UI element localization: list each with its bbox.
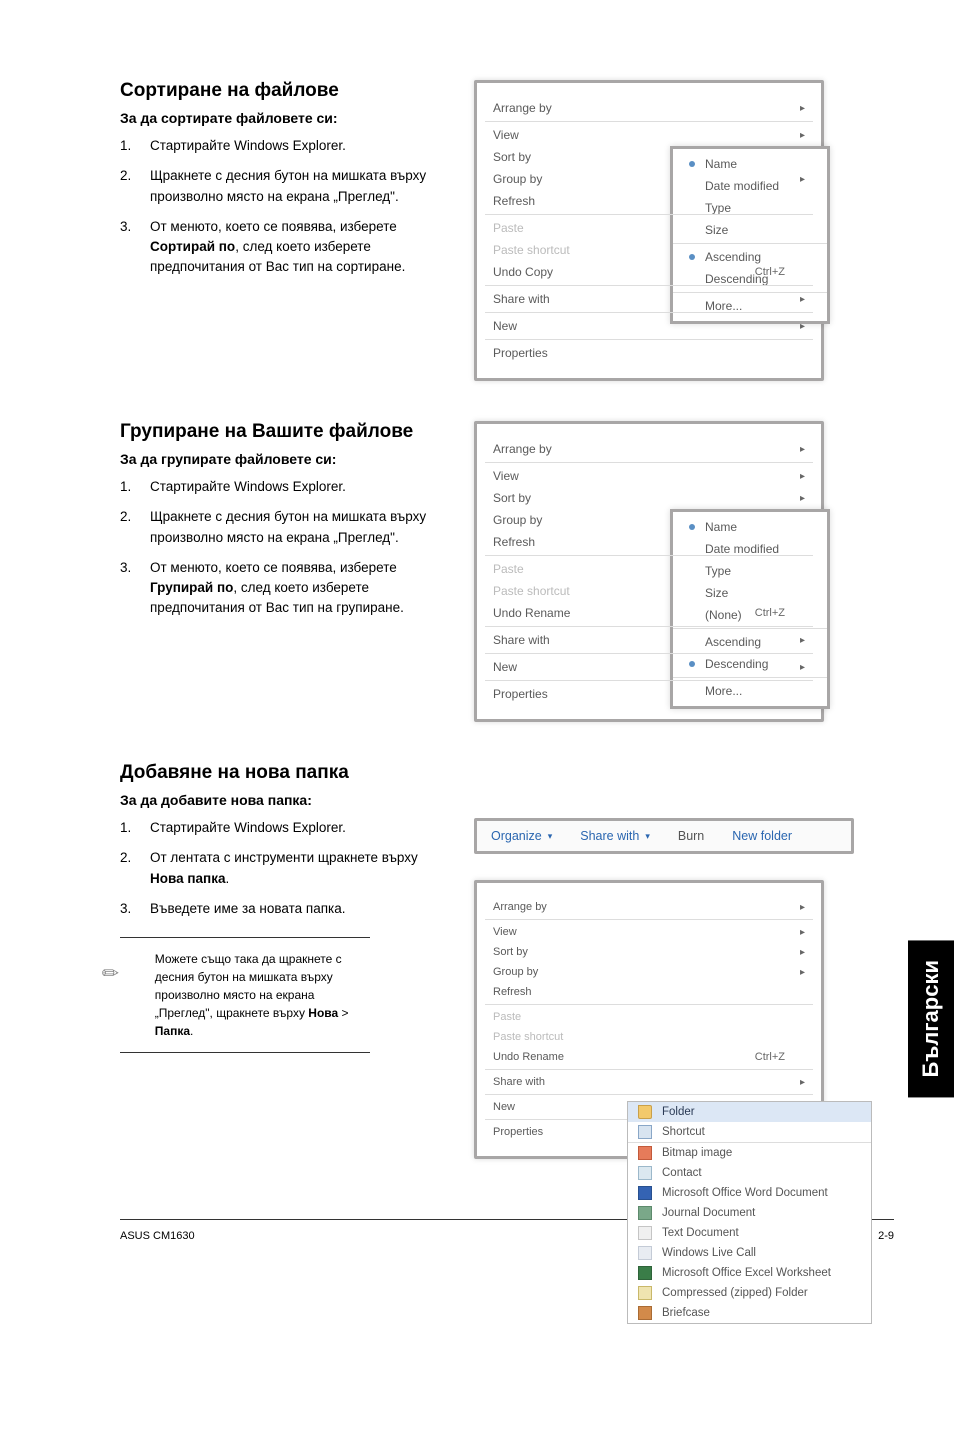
- toolbar-burn[interactable]: Burn: [678, 829, 704, 843]
- word-icon: [638, 1186, 652, 1200]
- tip-box: ✎ Можете също така да щракнете с десния …: [120, 937, 370, 1053]
- step-text: Щракнете с десния бутон на мишката върху…: [150, 166, 450, 207]
- tip-text: Можете също така да щракнете с десния бу…: [155, 950, 366, 1040]
- contact-icon: [638, 1166, 652, 1180]
- subheading-sort: За да сортирате файловете си:: [120, 110, 450, 126]
- heading-sort: Сортиране на файлове: [120, 80, 450, 102]
- context-menu-new[interactable]: Arrange by▸ View▸ Sort by▸ Group by▸ Ref…: [474, 880, 824, 1159]
- shortcut-icon: [638, 1125, 652, 1139]
- explorer-toolbar: Organize Share with Burn New folder: [474, 818, 854, 854]
- section-newfolder: Стартирайте Windows Explorer. От лентата…: [120, 818, 894, 1159]
- footer-right: 2-9: [878, 1230, 894, 1242]
- section-group: Групиране на Вашите файлове За да групир…: [120, 421, 894, 722]
- steps-sort: Стартирайте Windows Explorer. Щракнете с…: [120, 136, 450, 278]
- text-icon: [638, 1226, 652, 1240]
- toolbar-share[interactable]: Share with: [580, 829, 650, 843]
- step-text: Въведете име за новата папка.: [150, 899, 346, 919]
- step-text: От менюто, което се появява, изберете Со…: [150, 217, 450, 278]
- new-submenu[interactable]: Folder Shortcut Bitmap image Contact Mic…: [627, 1101, 872, 1324]
- footer-left: ASUS CM1630: [120, 1230, 195, 1242]
- section-sort: Сортиране на файлове За да сортирате фай…: [120, 80, 894, 381]
- step-text: От менюто, което се появява, изберете Гр…: [150, 558, 450, 619]
- subheading-group: За да групирате файловете си:: [120, 451, 450, 467]
- zip-icon: [638, 1286, 652, 1300]
- heading-newfolder: Добавяне на нова папка: [120, 762, 894, 784]
- heading-group: Групиране на Вашите файлове: [120, 421, 450, 443]
- excel-icon: [638, 1266, 652, 1280]
- toolbar-newfolder[interactable]: New folder: [732, 829, 792, 843]
- side-language-tab: Български: [908, 940, 954, 1097]
- step-text: Стартирайте Windows Explorer.: [150, 136, 346, 156]
- step-text: Стартирайте Windows Explorer.: [150, 477, 346, 497]
- context-menu-group[interactable]: Arrange by▸ View▸ Sort by▸ Group by▸ Nam…: [474, 421, 824, 722]
- subheading-newfolder: За да добавите нова папка:: [120, 792, 894, 808]
- journal-icon: [638, 1206, 652, 1220]
- briefcase-icon: [638, 1306, 652, 1320]
- call-icon: [638, 1246, 652, 1260]
- toolbar-organize[interactable]: Organize: [491, 829, 552, 843]
- image-icon: [638, 1146, 652, 1160]
- step-text: Щракнете с десния бутон на мишката върху…: [150, 507, 450, 548]
- folder-icon: [638, 1105, 652, 1119]
- step-text: Стартирайте Windows Explorer.: [150, 818, 346, 838]
- step-text: От лентата с инструменти щракнете върху …: [150, 848, 450, 889]
- context-menu-sort[interactable]: Arrange by▸ View▸ Sort by▸ Name Date mod…: [474, 80, 824, 381]
- steps-newfolder: Стартирайте Windows Explorer. От лентата…: [120, 818, 450, 919]
- steps-group: Стартирайте Windows Explorer. Щракнете с…: [120, 477, 450, 619]
